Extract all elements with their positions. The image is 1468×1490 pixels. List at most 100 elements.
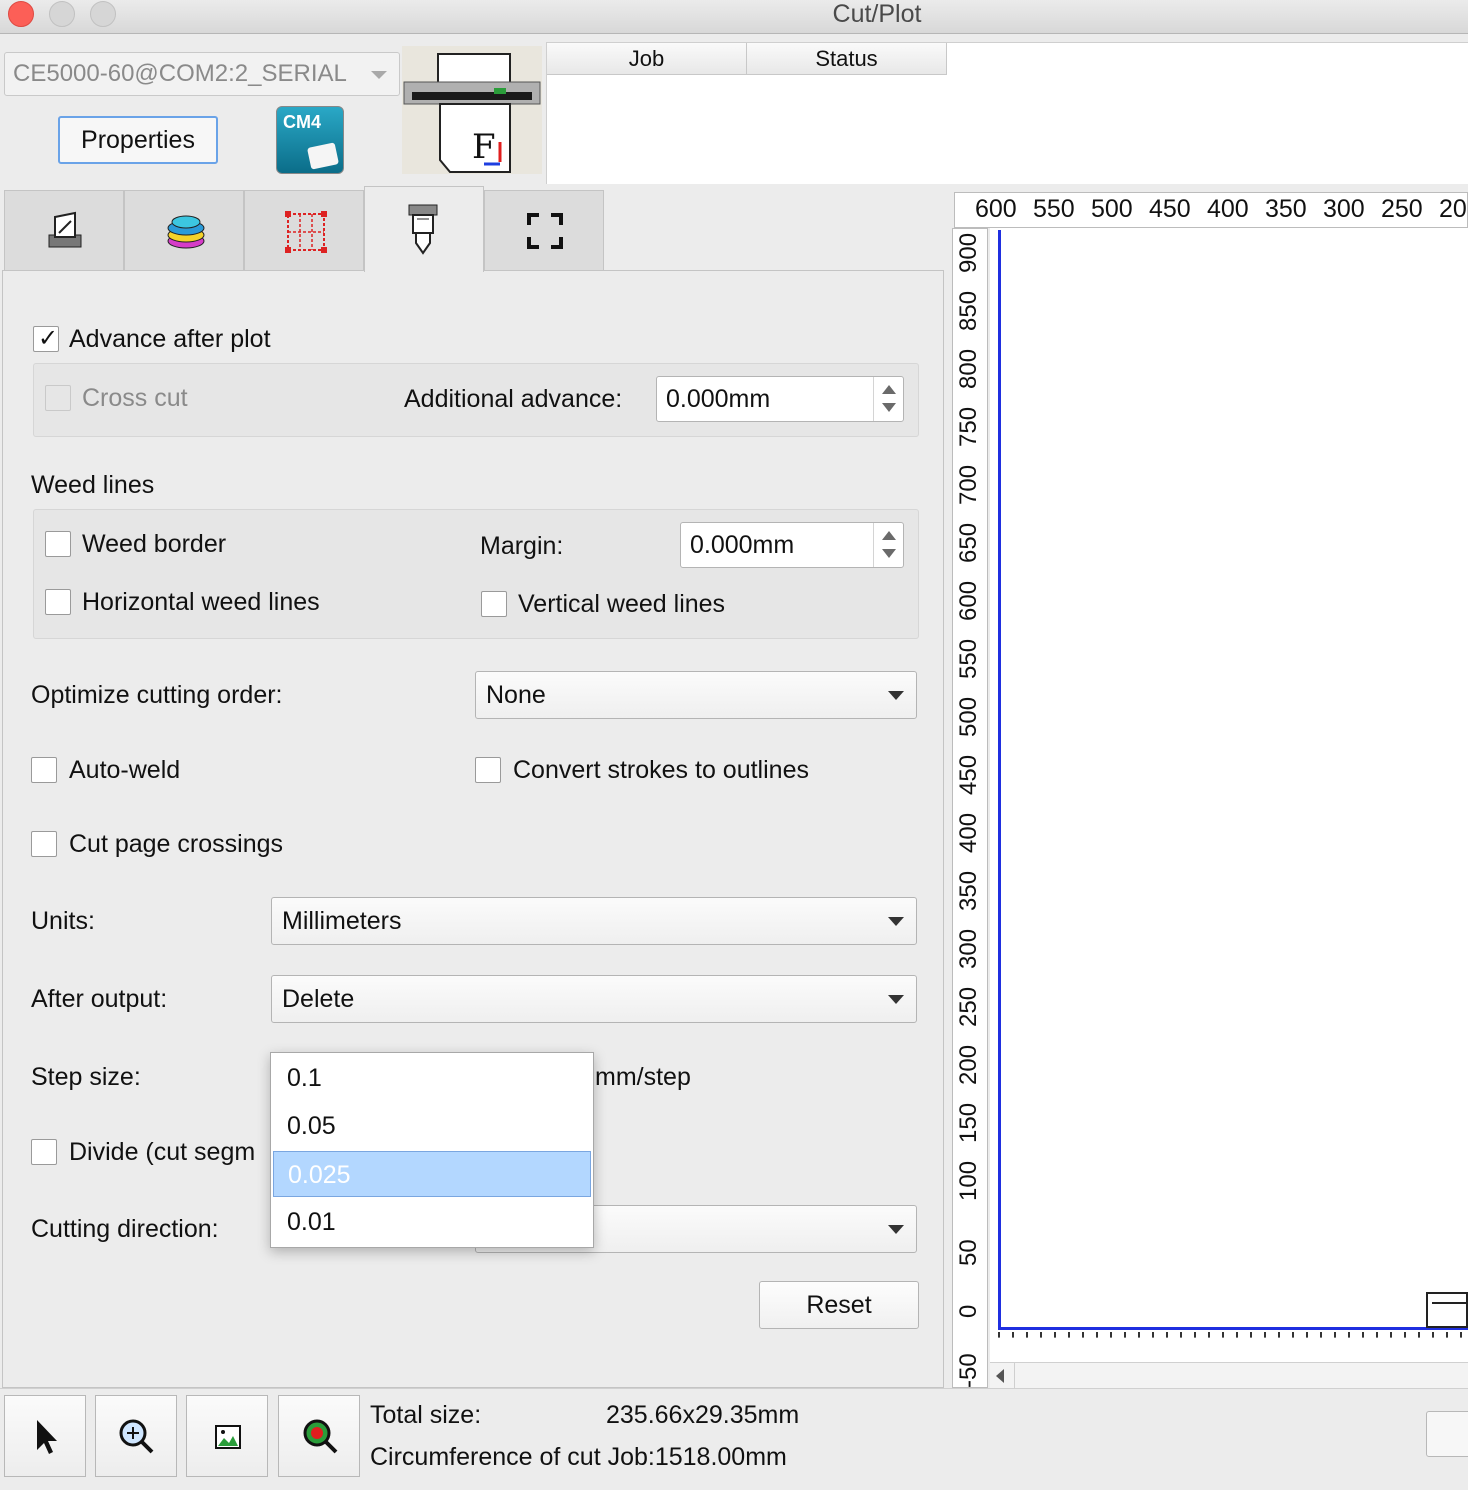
weed-border-checkbox[interactable]: [45, 531, 71, 557]
registration-marks-icon: [527, 213, 563, 249]
additional-advance-value: 0.000mm: [666, 385, 771, 413]
divide-label: Divide (cut segm: [69, 1138, 256, 1166]
advance-after-plot-checkbox[interactable]: ✓: [33, 325, 59, 352]
ruler-tick-label: 450: [955, 755, 982, 796]
ruler-tick-label: 150: [955, 1103, 982, 1144]
step-size-option[interactable]: 0.1: [273, 1055, 591, 1101]
horizontal-weed-lines-checkbox[interactable]: [45, 589, 71, 615]
step-size-option[interactable]: 0.05: [273, 1103, 591, 1149]
scroll-left-icon[interactable]: [996, 1369, 1004, 1383]
cm4-icon-label: CM4: [283, 112, 322, 132]
chevron-down-icon: [888, 995, 904, 1004]
preview-tool-button[interactable]: [186, 1395, 268, 1477]
ruler-tick-label: 20: [1439, 195, 1467, 223]
ruler-tick-label: 400: [1207, 195, 1249, 223]
ruler-tick-label: 250: [1381, 195, 1423, 223]
cut-page-crossings-checkbox[interactable]: [31, 831, 57, 857]
ruler-tick-label: 550: [955, 639, 982, 680]
cross-cut-checkbox[interactable]: [45, 385, 71, 411]
ruler-tick-label: 400: [955, 813, 982, 854]
device-select[interactable]: CE5000-60@COM2:2_SERIAL: [4, 52, 400, 96]
stepper-down-icon: [882, 403, 896, 412]
zoom-fit-icon: [303, 1419, 338, 1454]
stepper-up-icon: [882, 385, 896, 394]
chevron-down-icon: [888, 691, 904, 700]
convert-strokes-label: Convert strokes to outlines: [513, 756, 809, 784]
step-size-option-selected[interactable]: 0.025: [273, 1151, 591, 1197]
ruler-tick-label: 800: [955, 349, 982, 390]
device-select-value: CE5000-60@COM2:2_SERIAL: [13, 60, 347, 87]
ruler-tick-label: 900: [955, 233, 982, 274]
cross-cut-label: Cross cut: [82, 384, 188, 412]
media-bottom-edge: [998, 1327, 1468, 1330]
window-title: Cut/Plot: [832, 0, 922, 28]
margin-stepper[interactable]: [873, 523, 903, 567]
reset-button[interactable]: Reset: [759, 1281, 919, 1329]
plotter-preview-icon: F: [402, 46, 542, 174]
step-size-unit: mm/step: [595, 1063, 691, 1091]
divide-checkbox[interactable]: [31, 1139, 57, 1165]
convert-strokes-checkbox[interactable]: [475, 757, 501, 783]
job-column-header[interactable]: Job: [547, 43, 747, 75]
tab-tiling[interactable]: [244, 190, 364, 270]
weed-lines-group: Weed border Margin: 0.000mm Horizontal w…: [33, 509, 919, 639]
tab-layers[interactable]: [124, 190, 244, 270]
additional-advance-spinbox[interactable]: 0.000mm: [656, 376, 904, 422]
units-label: Units:: [31, 907, 95, 935]
image-preview-icon: [215, 1425, 241, 1449]
after-output-value: Delete: [282, 985, 355, 1013]
job-thumbnail[interactable]: [1426, 1292, 1468, 1328]
select-tool-button[interactable]: [4, 1395, 86, 1477]
cutter-knife-icon: [408, 204, 438, 255]
advance-group: Cross cut Additional advance: 0.000mm: [33, 363, 919, 437]
ruler-tick-label: 350: [1265, 195, 1307, 223]
arrow-pointer-icon: [37, 1420, 57, 1454]
step-size-label: Step size:: [31, 1063, 141, 1091]
after-output-select[interactable]: Delete: [271, 975, 917, 1023]
total-size-value: 235.66x29.35mm: [606, 1401, 800, 1429]
margin-value: 0.000mm: [690, 531, 795, 559]
units-select[interactable]: Millimeters: [271, 897, 917, 945]
auto-weld-label: Auto-weld: [69, 756, 181, 784]
ruler-tick-label: 550: [1033, 195, 1075, 223]
tab-options[interactable]: [364, 186, 484, 272]
output-button[interactable]: [1426, 1411, 1468, 1457]
cut-page-crossings-label: Cut page crossings: [69, 830, 284, 858]
cm4-button[interactable]: CM4: [276, 106, 344, 174]
cm4-icon: [307, 142, 339, 170]
canvas-area[interactable]: [990, 228, 1468, 1362]
step-size-option[interactable]: 0.01: [273, 1199, 591, 1245]
ruler-tick-label: 500: [1091, 195, 1133, 223]
ruler-tick-label: 200: [955, 1045, 982, 1086]
horizontal-ruler: 600 550 500 450 400 350 300 250 20: [954, 192, 1468, 228]
ruler-tick-label: 850: [955, 291, 982, 332]
auto-weld-checkbox[interactable]: [31, 757, 57, 783]
ruler-tick-label: 50: [955, 1239, 982, 1266]
step-size-dropdown[interactable]: 0.1 0.05 0.025 0.01: [270, 1052, 594, 1248]
ruler-tick-label: 100: [955, 1161, 982, 1202]
plotter-page-icon: [48, 211, 82, 248]
job-list[interactable]: Job Status: [546, 42, 1468, 184]
properties-button[interactable]: Properties: [58, 116, 218, 164]
ruler-tick-label: 450: [1149, 195, 1191, 223]
stepper-down-icon: [882, 549, 896, 558]
ruler-tick-label: 350: [955, 871, 982, 912]
ruler-tick-label: 500: [955, 697, 982, 738]
tab-general[interactable]: [4, 190, 124, 270]
zoom-in-tool-button[interactable]: [95, 1395, 177, 1477]
zoom-fit-tool-button[interactable]: [278, 1395, 360, 1477]
checkmark-icon: ✓: [38, 325, 59, 352]
additional-advance-stepper[interactable]: [873, 377, 903, 421]
tab-marks[interactable]: [484, 190, 604, 270]
stepper-up-icon: [882, 531, 896, 540]
ruler-tick-label: 300: [1323, 195, 1365, 223]
ruler-tick-label: 300: [955, 929, 982, 970]
advance-after-plot-label: Advance after plot: [69, 325, 271, 353]
margin-spinbox[interactable]: 0.000mm: [680, 522, 904, 568]
vertical-weed-lines-checkbox[interactable]: [481, 591, 507, 617]
optimize-cutting-order-select[interactable]: None: [475, 671, 917, 719]
status-column-header[interactable]: Status: [747, 43, 947, 75]
horizontal-scrollbar[interactable]: [990, 1362, 1468, 1389]
after-output-label: After output:: [31, 985, 168, 1013]
units-value: Millimeters: [282, 907, 402, 935]
